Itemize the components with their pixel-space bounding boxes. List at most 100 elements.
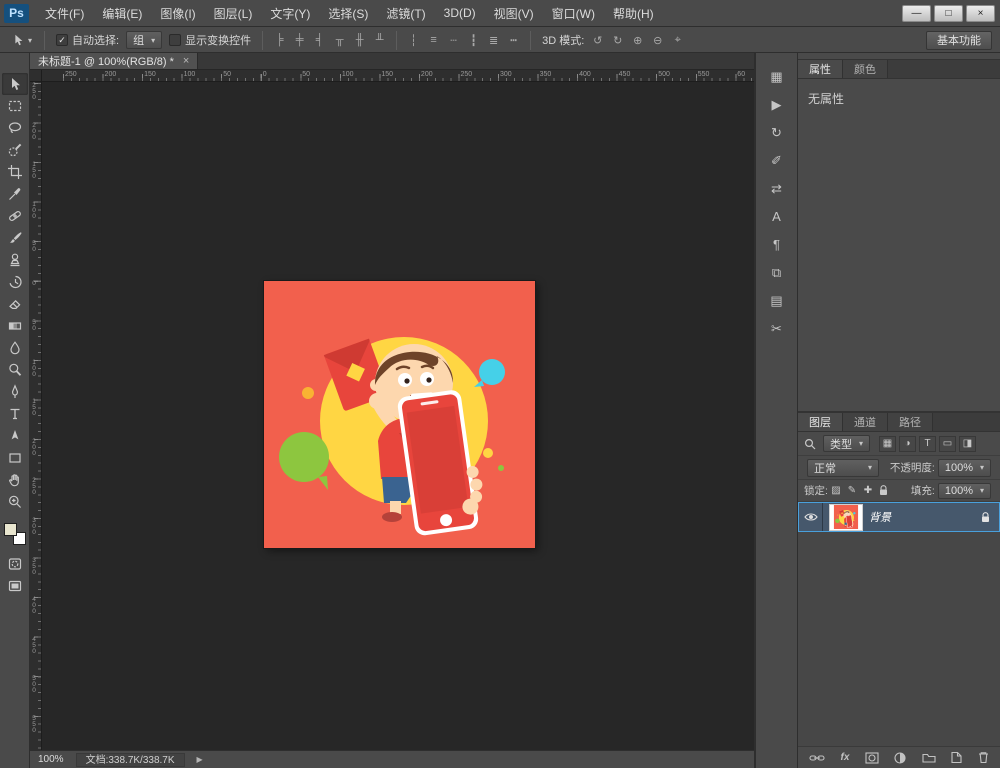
zoom-tool[interactable] (2, 491, 28, 513)
crop-tool[interactable] (2, 161, 28, 183)
panel-strip-icon[interactable]: A (763, 205, 790, 228)
tab-properties[interactable]: 属性 (798, 60, 843, 78)
menu-item[interactable]: 帮助(H) (604, 0, 663, 26)
document-tab[interactable]: 未标题-1 @ 100%(RGB/8) * × (30, 53, 199, 69)
pen-tool[interactable] (2, 381, 28, 403)
panel-strip-icon[interactable]: ✂ (763, 317, 790, 340)
lock-transparency-icon[interactable]: ▨ (828, 483, 844, 498)
3d-mode-icon[interactable]: ⊕ (628, 31, 647, 49)
opacity-dropdown[interactable]: 100% ▾ (937, 458, 991, 477)
align-icon[interactable]: ╫ (350, 31, 369, 49)
distribute-icon[interactable]: ≣ (484, 31, 503, 49)
color-swatches[interactable] (3, 523, 26, 545)
3d-mode-icon[interactable]: ⌖ (668, 31, 687, 49)
minimize-button[interactable]: — (902, 4, 931, 22)
screen-mode-button[interactable] (2, 575, 28, 597)
new-layer-button[interactable] (951, 751, 963, 764)
blend-mode-dropdown[interactable]: 正常 ▾ (807, 458, 879, 477)
rectangle-tool[interactable] (2, 447, 28, 469)
panel-strip-icon[interactable]: ⇄ (763, 177, 790, 200)
layer-row-background[interactable]: 背景 (798, 502, 1000, 532)
3d-mode-icon[interactable]: ↺ (588, 31, 607, 49)
adjustment-layer-button[interactable] (894, 751, 907, 764)
link-layers-button[interactable] (809, 752, 825, 764)
menu-item[interactable]: 滤镜(T) (377, 0, 434, 26)
layer-filter-icon[interactable]: ▭ (939, 435, 957, 452)
layer-visibility-toggle[interactable] (799, 503, 823, 531)
gradient-tool[interactable] (2, 315, 28, 337)
layer-style-button[interactable]: fx (841, 752, 850, 763)
eraser-tool[interactable] (2, 293, 28, 315)
tab-color[interactable]: 颜色 (843, 60, 888, 78)
menu-item[interactable]: 编辑(E) (93, 0, 151, 26)
horizontal-type-tool[interactable] (2, 403, 28, 425)
eyedropper-tool[interactable] (2, 183, 28, 205)
layer-filter-icon[interactable]: ◨ (959, 435, 977, 452)
align-icon[interactable]: ╥ (330, 31, 349, 49)
tab-channels[interactable]: 通道 (843, 413, 888, 431)
document-image[interactable] (264, 281, 535, 548)
zoom-level-field[interactable]: 100% (38, 754, 64, 765)
lock-image-icon[interactable]: ✎ (844, 483, 860, 498)
panel-strip-icon[interactable]: ⧉ (763, 261, 790, 284)
canvas[interactable] (42, 82, 754, 750)
panel-strip-icon[interactable]: ¶ (763, 233, 790, 256)
menu-item[interactable]: 选择(S) (319, 0, 377, 26)
rectangular-marquee-tool[interactable] (2, 95, 28, 117)
lock-all-icon[interactable] (876, 483, 892, 498)
menu-item[interactable]: 文件(F) (36, 0, 93, 26)
distribute-icon[interactable]: ┇ (464, 31, 483, 49)
quick-selection-tool[interactable] (2, 139, 28, 161)
foreground-color-swatch[interactable] (3, 523, 17, 536)
menu-item[interactable]: 视图(V) (485, 0, 543, 26)
lasso-tool[interactable] (2, 117, 28, 139)
hand-tool[interactable] (2, 469, 28, 491)
layer-filter-icon[interactable]: T (919, 435, 937, 452)
path-selection-tool[interactable] (2, 425, 28, 447)
fill-dropdown[interactable]: 100% ▾ (937, 482, 991, 499)
distribute-icon[interactable]: ┅ (504, 31, 523, 49)
distribute-icon[interactable]: ≡ (424, 31, 443, 49)
panel-strip-icon[interactable]: ▤ (763, 289, 790, 312)
menu-item[interactable]: 窗口(W) (543, 0, 604, 26)
panel-strip-icon[interactable]: ▶ (763, 93, 790, 116)
filter-type-dropdown[interactable]: 类型 ▾ (823, 435, 871, 452)
new-group-button[interactable] (922, 752, 936, 763)
align-icon[interactable]: ╪ (290, 31, 309, 49)
menu-item[interactable]: 图像(I) (151, 0, 204, 26)
panel-strip-icon[interactable]: ▦ (763, 65, 790, 88)
panel-strip-icon[interactable]: ✐ (763, 149, 790, 172)
dodge-tool[interactable] (2, 359, 28, 381)
add-layer-mask-button[interactable] (865, 751, 879, 764)
menu-item[interactable]: 图层(L) (205, 0, 262, 26)
blur-tool[interactable] (2, 337, 28, 359)
align-icon[interactable]: ╨ (370, 31, 389, 49)
lock-position-icon[interactable]: ✚ (860, 483, 876, 498)
layer-filter-icon[interactable]: ◑ (899, 435, 917, 452)
align-icon[interactable]: ╡ (310, 31, 329, 49)
delete-layer-button[interactable] (978, 751, 989, 764)
maximize-button[interactable]: □ (934, 4, 963, 22)
layer-thumbnail[interactable] (829, 503, 863, 531)
tool-preset-picker[interactable]: ▾ (6, 33, 37, 47)
close-button[interactable]: × (966, 4, 995, 22)
menu-item[interactable]: 文字(Y) (261, 0, 319, 26)
3d-mode-icon[interactable]: ↻ (608, 31, 627, 49)
panel-strip-icon[interactable]: ↻ (763, 121, 790, 144)
tab-close-icon[interactable]: × (183, 55, 189, 67)
auto-select-checkbox[interactable]: ✓ (56, 34, 69, 46)
clone-stamp-tool[interactable] (2, 249, 28, 271)
move-tool[interactable] (1, 73, 28, 95)
auto-select-scope-dropdown[interactable]: 组 ▾ (126, 31, 163, 49)
show-transform-checkbox[interactable] (169, 34, 182, 46)
brush-tool[interactable] (2, 227, 28, 249)
tab-layers[interactable]: 图层 (798, 413, 843, 431)
quick-mask-button[interactable] (2, 553, 28, 575)
distribute-icon[interactable]: ┆ (404, 31, 423, 49)
status-options-arrow-icon[interactable]: ▶ (197, 755, 203, 764)
history-brush-tool[interactable] (2, 271, 28, 293)
layer-filter-icon[interactable]: ▦ (879, 435, 897, 452)
distribute-icon[interactable]: ┄ (444, 31, 463, 49)
align-icon[interactable]: ╞ (270, 31, 289, 49)
tab-paths[interactable]: 路径 (888, 413, 933, 431)
